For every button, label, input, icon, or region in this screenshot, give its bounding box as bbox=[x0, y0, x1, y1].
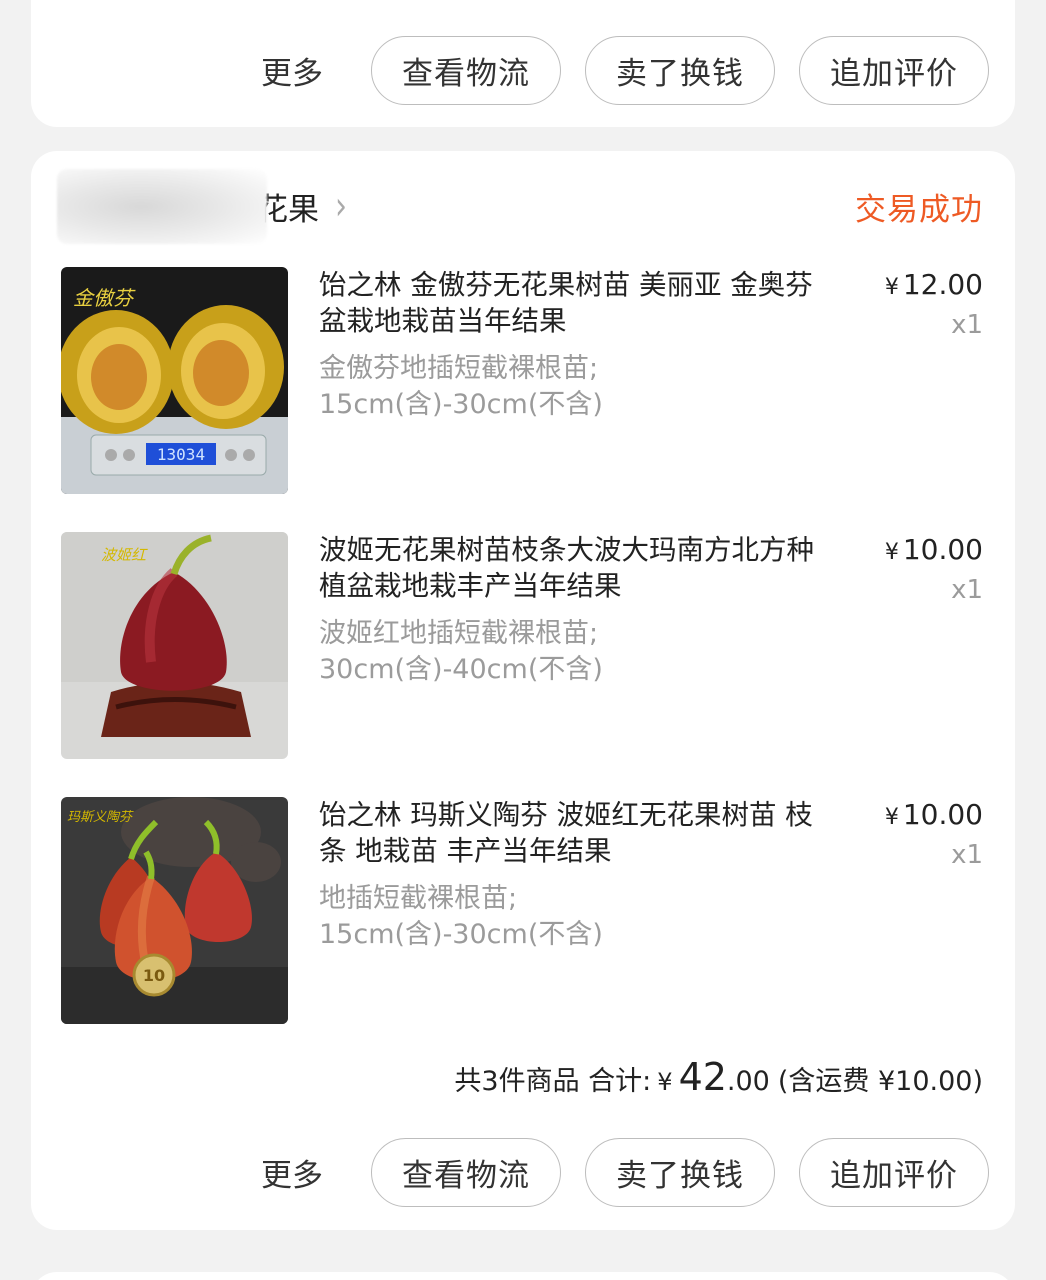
item-count-label: 共3件商品 合计: bbox=[454, 1066, 652, 1097]
more-link[interactable]: 更多 bbox=[261, 48, 323, 93]
add-review-button[interactable]: 追加评价 bbox=[799, 1138, 989, 1207]
order-item[interactable]: 10 玛斯义陶芬 饴之林 玛斯义陶芬 波姬红无花果树苗 枝条 地栽苗 丰产当年结… bbox=[61, 797, 983, 1025]
order-summary: 共3件商品 合计: ¥ 42 .00 (含运费 ¥10.00) bbox=[454, 1055, 983, 1099]
more-link[interactable]: 更多 bbox=[261, 1150, 323, 1195]
item-price: ¥10.00 bbox=[884, 798, 983, 831]
resell-button[interactable]: 卖了换钱 bbox=[585, 1138, 775, 1207]
item-info: 饴之林 金傲芬无花果树苗 美丽亚 金奥芬盆栽地栽苗当年结果 金傲芬地插短截裸根苗… bbox=[319, 267, 819, 423]
previous-order-card: 更多 查看物流 卖了换钱 追加评价 bbox=[31, 0, 1015, 127]
fig-cut-on-scale-image[interactable]: 13034 金傲芬 bbox=[61, 267, 288, 494]
svg-text:波姬红: 波姬红 bbox=[101, 546, 148, 564]
order-item[interactable]: 13034 金傲芬 饴之林 金傲芬无花果树苗 美丽亚 金奥芬盆栽地栽苗当年结果 … bbox=[61, 267, 983, 495]
previous-order-actions: 更多 查看物流 卖了换钱 追加评价 bbox=[261, 36, 989, 105]
svg-text:13034: 13034 bbox=[157, 445, 205, 464]
view-logistics-button[interactable]: 查看物流 bbox=[371, 36, 561, 105]
next-order-card bbox=[31, 1272, 1015, 1280]
item-price: ¥12.00 bbox=[884, 268, 983, 301]
item-quantity: x1 bbox=[951, 310, 983, 340]
item-spec: 波姬红地插短截裸根苗; 30cm(含)-40cm(不含) bbox=[319, 616, 819, 688]
item-spec-line: 地插短截裸根苗; bbox=[319, 883, 518, 914]
total-decimal: .00 bbox=[726, 1066, 770, 1097]
svg-text:金傲芬: 金傲芬 bbox=[73, 286, 136, 310]
item-spec: 金傲芬地插短截裸根苗; 15cm(含)-30cm(不含) bbox=[319, 351, 819, 423]
item-spec-line: 15cm(含)-30cm(不含) bbox=[319, 919, 603, 950]
item-price-column: ¥10.00 x1 bbox=[885, 532, 983, 605]
view-logistics-button[interactable]: 查看物流 bbox=[371, 1138, 561, 1207]
shipping-fee: (含运费 ¥10.00) bbox=[777, 1066, 983, 1097]
total-currency: ¥ bbox=[657, 1068, 673, 1096]
svg-text:玛斯义陶芬: 玛斯义陶芬 bbox=[67, 810, 134, 825]
resell-button[interactable]: 卖了换钱 bbox=[585, 36, 775, 105]
add-review-button[interactable]: 追加评价 bbox=[799, 36, 989, 105]
order-card: 花果 › 交易成功 13034 金傲芬 饴之林 金傲芬无花果树苗 美丽亚 金奥芬… bbox=[31, 151, 1015, 1230]
item-quantity: x1 bbox=[951, 575, 983, 605]
chevron-right-icon[interactable]: › bbox=[335, 183, 347, 229]
item-title[interactable]: 饴之林 金傲芬无花果树苗 美丽亚 金奥芬盆栽地栽苗当年结果 bbox=[319, 267, 819, 339]
item-spec-line: 15cm(含)-30cm(不含) bbox=[319, 389, 603, 420]
item-spec-line: 波姬红地插短截裸根苗; bbox=[319, 618, 599, 649]
shop-header[interactable]: 花果 › 交易成功 bbox=[51, 168, 983, 244]
order-actions: 更多 查看物流 卖了换钱 追加评价 bbox=[261, 1138, 989, 1207]
three-figs-with-coin-image[interactable]: 10 玛斯义陶芬 bbox=[61, 797, 288, 1024]
shop-name-redacted bbox=[57, 168, 267, 244]
svg-text:10: 10 bbox=[143, 966, 165, 985]
item-spec-line: 金傲芬地插短截裸根苗; bbox=[319, 353, 599, 384]
item-price: ¥10.00 bbox=[884, 533, 983, 566]
item-title[interactable]: 饴之林 玛斯义陶芬 波姬红无花果树苗 枝条 地栽苗 丰产当年结果 bbox=[319, 797, 819, 869]
item-price-column: ¥12.00 x1 bbox=[885, 267, 983, 340]
item-spec-line: 30cm(含)-40cm(不含) bbox=[319, 654, 603, 685]
item-info: 波姬无花果树苗枝条大波大玛南方北方种植盆栽地栽丰产当年结果 波姬红地插短截裸根苗… bbox=[319, 532, 819, 688]
order-item[interactable]: 波姬红 波姬无花果树苗枝条大波大玛南方北方种植盆栽地栽丰产当年结果 波姬红地插短… bbox=[61, 532, 983, 760]
total-integer: 42 bbox=[678, 1055, 727, 1099]
red-fig-on-stand-image[interactable]: 波姬红 bbox=[61, 532, 288, 759]
item-info: 饴之林 玛斯义陶芬 波姬红无花果树苗 枝条 地栽苗 丰产当年结果 地插短截裸根苗… bbox=[319, 797, 819, 953]
item-quantity: x1 bbox=[951, 840, 983, 870]
item-spec: 地插短截裸根苗; 15cm(含)-30cm(不含) bbox=[319, 881, 819, 953]
order-status: 交易成功 bbox=[855, 191, 983, 228]
item-title[interactable]: 波姬无花果树苗枝条大波大玛南方北方种植盆栽地栽丰产当年结果 bbox=[319, 532, 819, 604]
item-price-column: ¥10.00 x1 bbox=[885, 797, 983, 870]
